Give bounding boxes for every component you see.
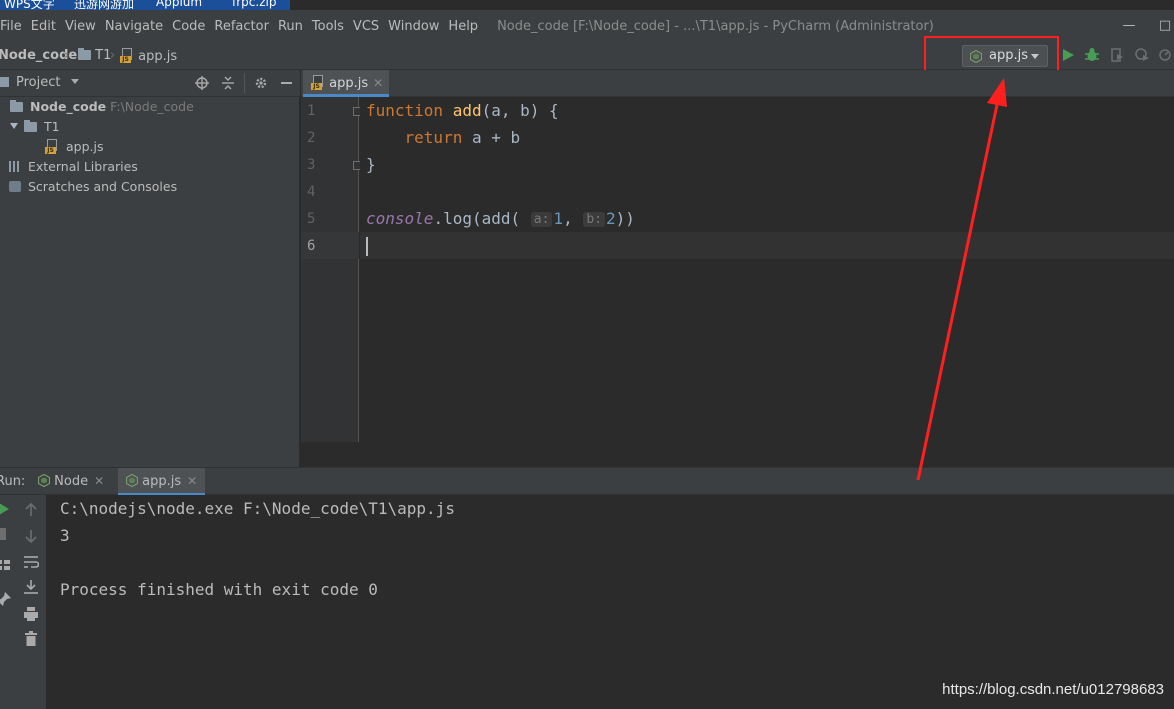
run-tab-app-js[interactable]: app.js ✕: [118, 468, 206, 496]
run-console-output[interactable]: C:\nodejs\node.exe F:\Node_code\T1\app.j…: [46, 495, 1174, 709]
tree-item-external-libraries[interactable]: External Libraries: [9, 159, 138, 174]
layout-icon[interactable]: [0, 557, 12, 573]
code-line-2: return a + b: [404, 128, 521, 147]
parameter-hint: b:: [583, 212, 605, 227]
menu-edit[interactable]: Edit: [31, 19, 56, 34]
menu-navigate[interactable]: Navigate: [105, 19, 163, 34]
taskbar-item[interactable]: 迅游网游加: [74, 0, 134, 10]
close-icon[interactable]: ✕: [373, 76, 383, 90]
code-editor[interactable]: function add(a, b) { return a + b } cons…: [360, 97, 1174, 442]
menu-view[interactable]: View: [65, 19, 96, 34]
tree-item-scratches[interactable]: Scratches and Consoles: [9, 179, 177, 194]
line-number: 1: [307, 103, 316, 119]
project-view-selector[interactable]: Project: [16, 75, 79, 90]
run-label: Run:: [0, 474, 26, 489]
hide-panel-icon[interactable]: [281, 82, 292, 84]
menu-help[interactable]: Help: [448, 19, 478, 34]
parameter-hint: a:: [530, 212, 553, 227]
arrow-up-icon[interactable]: [23, 502, 39, 518]
library-icon: [9, 161, 21, 172]
line-number: 2: [307, 130, 316, 146]
menu-window[interactable]: Window: [388, 19, 439, 34]
editor-gutter: 1 2 3 4 5 6: [301, 97, 361, 442]
taskbar-item[interactable]: Appium: [156, 0, 202, 9]
scroll-to-end-icon[interactable]: [23, 579, 39, 595]
pin-icon[interactable]: [0, 591, 12, 607]
console-line: Process finished with exit code 0: [60, 580, 378, 599]
nodejs-icon: [37, 473, 51, 488]
breadcrumb-folder[interactable]: T1: [78, 48, 111, 63]
line-number: 3: [307, 157, 316, 173]
console-line: C:\nodejs\node.exe F:\Node_code\T1\app.j…: [60, 499, 455, 518]
profile-icon[interactable]: [1133, 46, 1151, 64]
code-line-1: function add(a, b) {: [366, 101, 559, 120]
debug-icon[interactable]: [1083, 46, 1101, 64]
soft-wrap-icon[interactable]: [23, 554, 39, 570]
line-number: 4: [307, 184, 316, 200]
editor-tab-bar: JS app.js ✕: [301, 70, 1174, 97]
coverage-icon[interactable]: [1108, 46, 1126, 64]
maximize-icon[interactable]: □: [1150, 10, 1174, 42]
line-number: 5: [307, 211, 316, 227]
divider: [244, 73, 245, 93]
menu-tools[interactable]: Tools: [312, 19, 344, 34]
locate-file-icon[interactable]: [195, 76, 209, 90]
line-number: 6: [307, 238, 316, 254]
taskbar-strip: WPS文字 迅游网游加 Appium frpc.zip: [0, 0, 290, 10]
text-cursor: [366, 237, 368, 256]
breadcrumb-separator-icon: ›: [110, 48, 116, 63]
folder-icon: [10, 100, 23, 112]
editor-empty-area: [301, 442, 1174, 467]
project-panel-header: Project: [0, 70, 300, 97]
menu-code[interactable]: Code: [172, 19, 205, 34]
gear-icon[interactable]: [254, 76, 268, 90]
window-title: Node_code [F:\Node_code] - ...\T1\app.js…: [497, 18, 934, 34]
close-icon[interactable]: ✕: [187, 474, 197, 488]
rerun-icon[interactable]: [0, 501, 12, 517]
chevron-down-icon: [70, 79, 79, 84]
trash-icon[interactable]: [23, 631, 39, 647]
breadcrumb-separator-icon: ›: [64, 48, 70, 63]
project-tree: Node_code F:\Node_code T1 JS app.js Exter…: [0, 97, 300, 467]
collapse-all-icon[interactable]: [221, 76, 235, 90]
breadcrumb-file[interactable]: JS app.js: [120, 48, 177, 64]
taskbar-item[interactable]: WPS文字: [4, 0, 55, 10]
folder-icon: [78, 48, 91, 60]
menu-refactor[interactable]: Refactor: [214, 19, 269, 34]
js-file-icon: JS: [120, 48, 134, 63]
console-line: 3: [60, 526, 70, 545]
tree-item-folder[interactable]: T1: [10, 119, 60, 134]
menu-vcs[interactable]: VCS: [353, 19, 379, 34]
js-file-icon: JS: [45, 139, 59, 154]
expand-arrow-icon: [10, 123, 18, 129]
project-view-icon: [0, 75, 9, 90]
current-line-highlight: [360, 232, 1174, 259]
arrow-down-icon[interactable]: [23, 528, 39, 544]
tree-item-file[interactable]: JS app.js: [45, 139, 103, 154]
run-panel-header: Run: Node✕ app.js✕: [0, 467, 1174, 496]
scratches-icon: [9, 181, 21, 192]
editor-tab-app-js[interactable]: JS app.js ✕: [303, 70, 389, 97]
minimize-icon[interactable]: —: [1114, 10, 1144, 42]
tree-item-root[interactable]: Node_code F:\Node_code: [10, 99, 194, 114]
run-toolbar: [0, 495, 46, 709]
code-line-5: console.log(add( a: 1, b: 2)): [366, 209, 635, 228]
nodejs-icon: [125, 473, 139, 488]
close-icon[interactable]: ✕: [94, 474, 104, 488]
stop-icon[interactable]: [0, 528, 6, 540]
run-tab-node[interactable]: Node ✕: [37, 473, 104, 489]
watermark: https://blog.csdn.net/u012798683: [942, 681, 1164, 698]
menu-file[interactable]: File: [0, 19, 22, 34]
code-line-3: }: [366, 155, 376, 174]
run-with-icon[interactable]: [1157, 46, 1174, 64]
run-icon[interactable]: [1059, 46, 1077, 64]
js-file-icon: JS: [311, 75, 325, 90]
folder-icon: [24, 120, 37, 132]
taskbar-item[interactable]: frpc.zip: [232, 0, 276, 9]
print-icon[interactable]: [23, 606, 39, 622]
menu-run[interactable]: Run: [278, 19, 303, 34]
